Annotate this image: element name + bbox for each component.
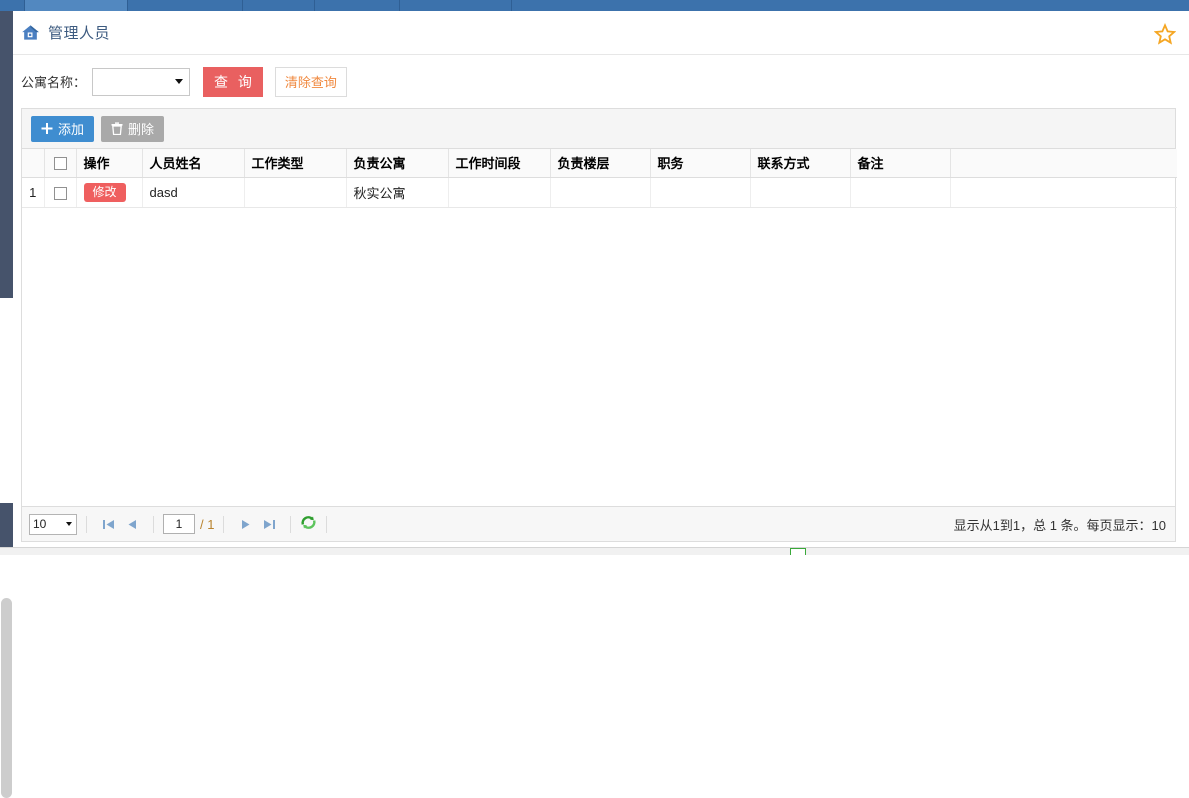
add-button[interactable]: 添加: [31, 115, 95, 142]
clear-query-button[interactable]: 清除查询: [274, 66, 347, 97]
row-action-cell: 修改: [76, 177, 143, 208]
first-page-button[interactable]: [99, 515, 117, 533]
data-grid-panel: 添加 删除 操作 人员姓名 工作类型 负责公寓 工作时间段 负责楼层 职务 联系方式 备注 1 修…: [21, 108, 1177, 542]
plus-icon: [41, 122, 53, 135]
sidebar-scrollbar[interactable]: [0, 298, 13, 798]
table-header-filler: [950, 149, 1177, 178]
page-size-wrapper: 102050100: [29, 513, 77, 535]
menu-bar-segment-active[interactable]: [25, 0, 128, 11]
filter-bar: 公寓名称： 秋实公寓 查 询 清除查询: [13, 55, 1189, 108]
query-button[interactable]: 查 询: [203, 66, 263, 97]
grid-toolbar: 添加 删除: [22, 109, 1175, 149]
table-header-action: 操作: [76, 149, 143, 178]
add-button-label: 添加: [58, 122, 85, 137]
table-header-name: 人员姓名: [142, 149, 245, 178]
table-header-row: 操作 人员姓名 工作类型 负责公寓 工作时间段 负责楼层 职务 联系方式 备注: [22, 149, 1177, 178]
cell-floor: [550, 177, 651, 208]
table-header-worktime: 工作时间段: [448, 149, 551, 178]
refresh-icon[interactable]: [300, 514, 317, 534]
divider: [223, 515, 225, 533]
apartment-filter-label: 公寓名称：: [21, 75, 87, 90]
page-size-select[interactable]: 102050100: [29, 513, 77, 535]
table-header-floor: 负责楼层: [550, 149, 651, 178]
table-body: 1 修改 dasd 秋实公寓: [22, 177, 1177, 208]
main-content: 管理人员 公寓名称： 秋实公寓 查 询 清除查询: [13, 11, 1189, 555]
scrollbar-thumb[interactable]: [1, 598, 12, 798]
select-all-header[interactable]: [44, 149, 77, 178]
table-row[interactable]: 1 修改 dasd 秋实公寓: [22, 177, 1177, 208]
os-taskbar: [0, 547, 1189, 555]
menu-bar-segment: [512, 0, 1189, 11]
page-header: 管理人员: [13, 11, 1189, 55]
apartment-select[interactable]: 秋实公寓: [92, 67, 191, 96]
cell-worktype: [244, 177, 347, 208]
home-icon: [21, 23, 40, 42]
personnel-table: 操作 人员姓名 工作类型 负责公寓 工作时间段 负责楼层 职务 联系方式 备注 1 修改 dasd 秋…: [22, 149, 1177, 208]
select-all-checkbox[interactable]: [53, 157, 67, 171]
row-select-cell[interactable]: [44, 177, 77, 208]
cell-apartment: 秋实公寓: [346, 177, 449, 208]
cell-remark: [850, 177, 951, 208]
divider: [290, 515, 292, 533]
trash-icon: [111, 122, 123, 135]
table-header-duty: 职务: [650, 149, 751, 178]
delete-button-label: 删除: [128, 122, 155, 137]
top-menu-bar: [0, 0, 1189, 11]
table-header-apartment: 负责公寓: [346, 149, 449, 178]
menu-bar-segment[interactable]: [400, 0, 512, 11]
table-header-remark: 备注: [850, 149, 951, 178]
cell-contact: [750, 177, 851, 208]
divider: [153, 515, 154, 533]
apartment-select-wrapper: 秋实公寓: [92, 67, 191, 96]
cell-name: dasd: [142, 177, 245, 208]
page-title: 管理人员: [48, 25, 111, 42]
next-page-button[interactable]: [236, 515, 254, 533]
table-header-worktype: 工作类型: [244, 149, 347, 178]
cell-worktime: [448, 177, 551, 208]
delete-button[interactable]: 删除: [101, 115, 165, 142]
row-filler-cell: [950, 177, 1177, 208]
prev-page-button[interactable]: [123, 515, 141, 533]
pagination-status: 显示从1到1，总 1 条。每页显示：10: [953, 517, 1166, 533]
edit-button[interactable]: 修改: [83, 182, 126, 202]
menu-bar-segment[interactable]: [315, 0, 400, 11]
last-page-button[interactable]: [260, 515, 278, 533]
menu-bar-segment[interactable]: [0, 0, 25, 11]
taskbar-app-icon[interactable]: [790, 548, 806, 555]
divider: [326, 515, 328, 533]
page-total-label: / 1: [200, 516, 215, 532]
pagination-bar: 102050100 / 1: [22, 506, 1175, 541]
row-number: 1: [22, 177, 45, 208]
menu-bar-segment[interactable]: [243, 0, 315, 11]
table-header-contact: 联系方式: [750, 149, 851, 178]
divider: [86, 515, 87, 533]
table-header: 操作 人员姓名 工作类型 负责公寓 工作时间段 负责楼层 职务 联系方式 备注: [22, 149, 1177, 178]
menu-bar-segment[interactable]: [128, 0, 243, 11]
cell-duty: [650, 177, 751, 208]
table-header-rownum: [22, 149, 45, 178]
page-number-input[interactable]: [163, 514, 195, 534]
row-checkbox[interactable]: [53, 186, 67, 200]
